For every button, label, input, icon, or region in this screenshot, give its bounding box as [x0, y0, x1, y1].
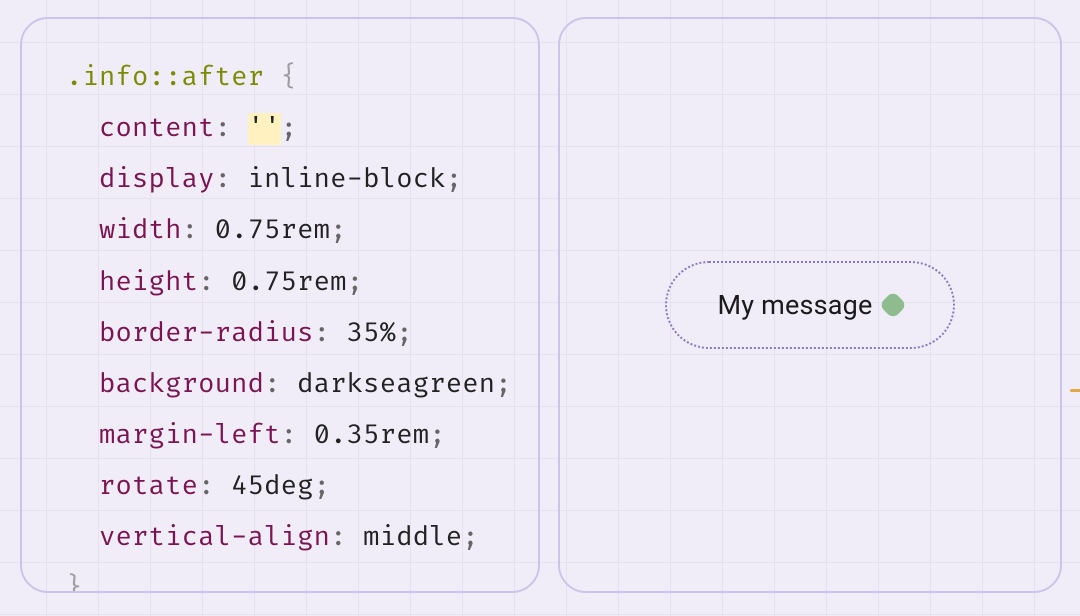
preview-panel: My message	[558, 17, 1062, 593]
info-pill: My message	[665, 261, 954, 349]
css-code-block: .info::after { content: ''; display: inl…	[66, 53, 528, 593]
status-indicator-icon	[878, 291, 906, 319]
slide-edge-marker	[1070, 389, 1080, 392]
info-message-text: My message	[717, 289, 872, 321]
code-panel: .info::after { content: ''; display: inl…	[20, 17, 540, 593]
